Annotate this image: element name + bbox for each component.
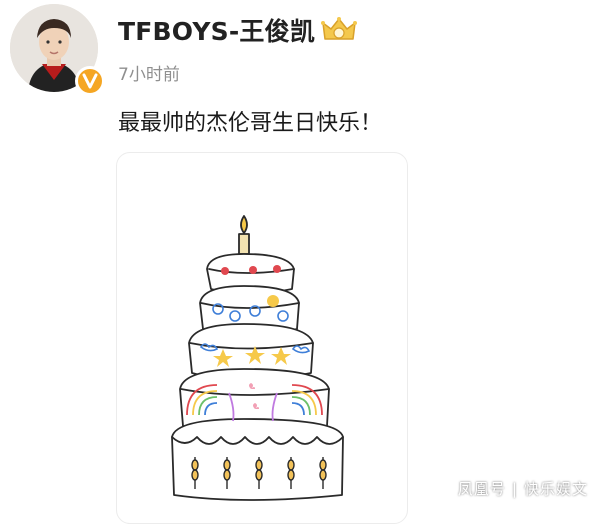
crown-badge-icon — [321, 17, 358, 40]
username[interactable]: TFBOYS-王俊凯 — [118, 12, 315, 48]
post-time: 7小时前 — [118, 65, 180, 85]
post-image[interactable] — [116, 152, 408, 524]
username-row: TFBOYS-王俊凯 — [118, 12, 358, 48]
watermark-source: 凤凰号 — [457, 480, 506, 498]
watermark-separator: | — [511, 480, 518, 498]
cake-drawing — [171, 215, 344, 501]
post-text: 最最帅的杰伦哥生日快乐！ — [118, 111, 383, 136]
watermark: 凤凰号 | 快乐娱文 — [458, 478, 588, 499]
verified-badge-icon — [75, 66, 105, 96]
avatar[interactable] — [10, 4, 105, 96]
watermark-author: 快乐娱文 — [523, 480, 588, 498]
